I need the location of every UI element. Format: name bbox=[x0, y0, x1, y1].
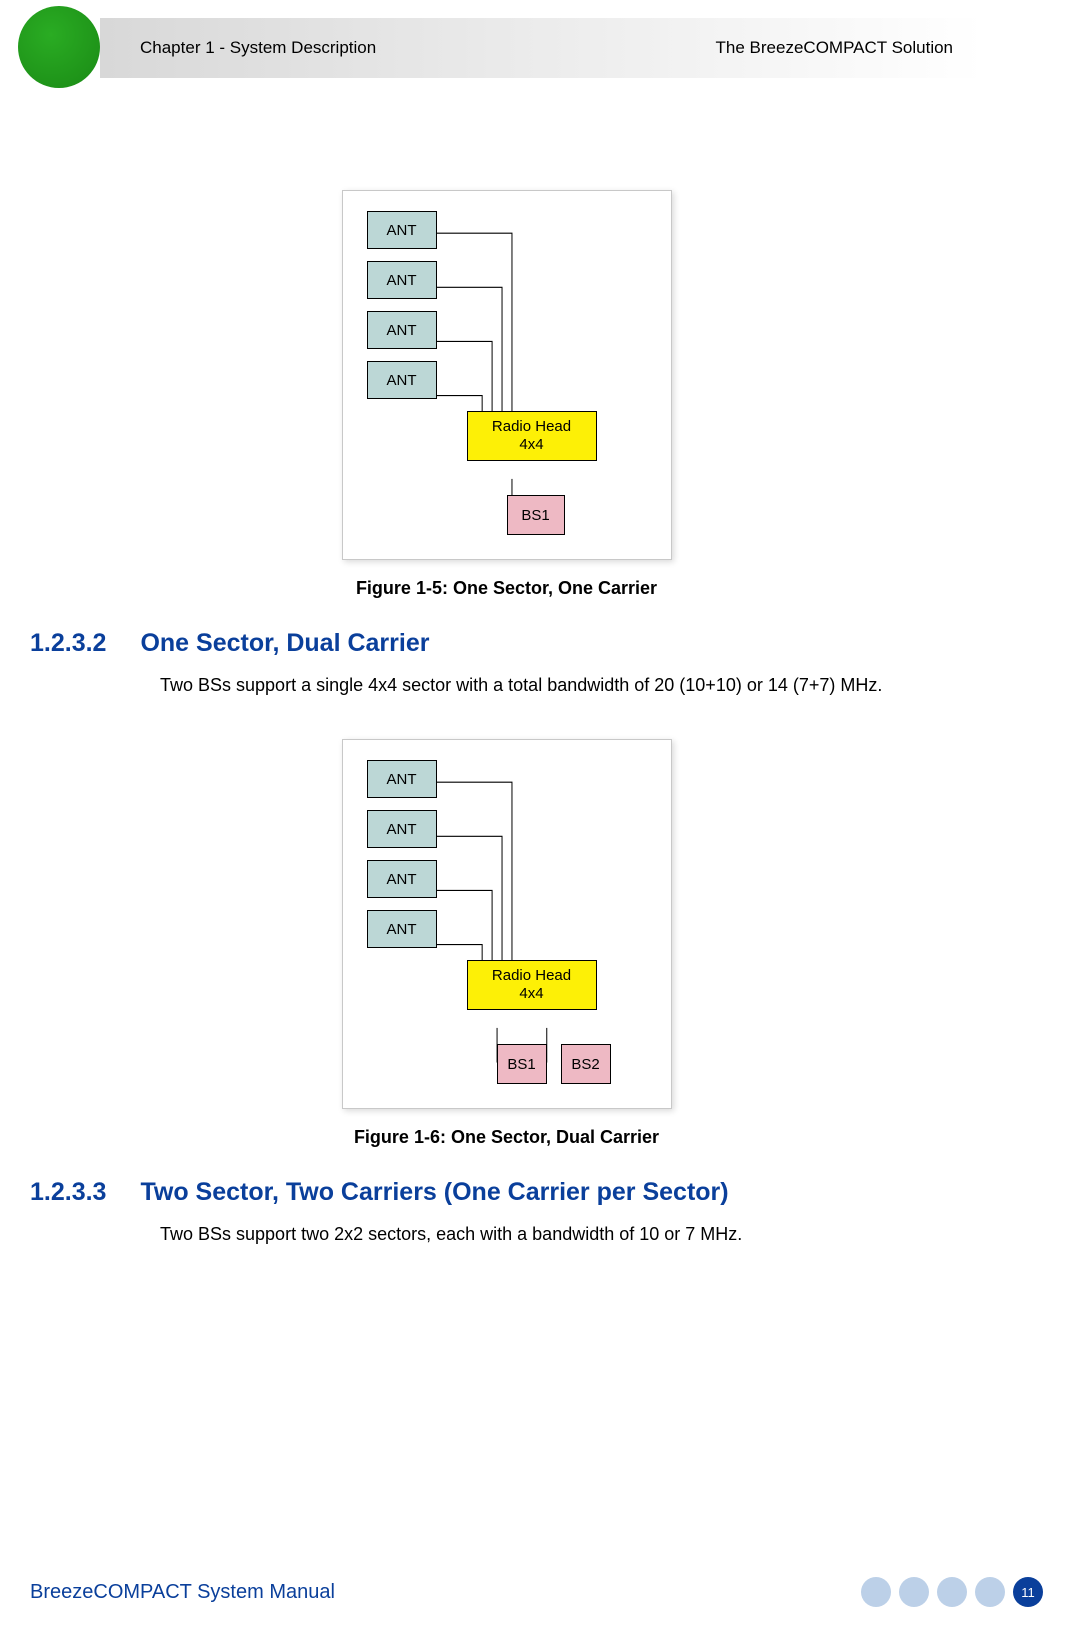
bs-box: BS1 bbox=[497, 1044, 547, 1084]
ant-box: ANT bbox=[367, 810, 437, 848]
figure-caption: Figure 1-6: One Sector, Dual Carrier bbox=[354, 1127, 659, 1148]
section-heading: 1.2.3.3 Two Sector, Two Carriers (One Ca… bbox=[30, 1178, 983, 1207]
section-title: One Sector, Dual Carrier bbox=[140, 629, 429, 658]
ant-box: ANT bbox=[367, 910, 437, 948]
radio-head-box: Radio Head 4x4 bbox=[467, 960, 597, 1010]
section-body: Two BSs support two 2x2 sectors, each wi… bbox=[160, 1221, 983, 1248]
ant-box: ANT bbox=[367, 361, 437, 399]
bs-row: BS1 BS2 bbox=[497, 1044, 611, 1084]
page-number: 11 bbox=[1013, 1577, 1043, 1607]
page-footer: BreezeCOMPACT System Manual 11 bbox=[30, 1577, 1043, 1607]
decor-dot-icon bbox=[937, 1577, 967, 1607]
section-number: 1.2.3.2 bbox=[30, 629, 106, 658]
figure-1-5-frame: ANT ANT ANT ANT Radio Head 4x4 BS1 bbox=[342, 190, 672, 560]
bs-box: BS1 bbox=[507, 495, 565, 535]
section-number: 1.2.3.3 bbox=[30, 1178, 106, 1207]
decor-dot-icon bbox=[861, 1577, 891, 1607]
chapter-label: Chapter 1 - System Description bbox=[140, 38, 376, 58]
ant-box: ANT bbox=[367, 211, 437, 249]
figure-1-6-frame: ANT ANT ANT ANT Radio Head 4x4 BS1 BS2 bbox=[342, 739, 672, 1109]
bs-row: BS1 bbox=[507, 495, 611, 535]
figure-1-5: ANT ANT ANT ANT Radio Head 4x4 BS1 Figur… bbox=[30, 190, 983, 599]
section-title: Two Sector, Two Carriers (One Carrier pe… bbox=[140, 1178, 728, 1207]
bs-box: BS2 bbox=[561, 1044, 611, 1084]
ant-box: ANT bbox=[367, 760, 437, 798]
page-content: ANT ANT ANT ANT Radio Head 4x4 BS1 Figur… bbox=[30, 170, 983, 1288]
ant-box: ANT bbox=[367, 261, 437, 299]
chapter-circle-icon bbox=[18, 6, 100, 88]
solution-label: The BreezeCOMPACT Solution bbox=[716, 38, 953, 58]
section-body: Two BSs support a single 4x4 sector with… bbox=[160, 672, 983, 699]
figure-1-6: ANT ANT ANT ANT Radio Head 4x4 BS1 BS2 F… bbox=[30, 739, 983, 1148]
figure-caption: Figure 1-5: One Sector, One Carrier bbox=[356, 578, 657, 599]
footer-dots: 11 bbox=[861, 1577, 1043, 1607]
section-heading: 1.2.3.2 One Sector, Dual Carrier bbox=[30, 629, 983, 658]
decor-dot-icon bbox=[975, 1577, 1005, 1607]
ant-box: ANT bbox=[367, 860, 437, 898]
ant-box: ANT bbox=[367, 311, 437, 349]
radio-head-box: Radio Head 4x4 bbox=[467, 411, 597, 461]
decor-dot-icon bbox=[899, 1577, 929, 1607]
header-band: Chapter 1 - System Description The Breez… bbox=[100, 18, 983, 78]
manual-title: BreezeCOMPACT System Manual bbox=[30, 1581, 335, 1604]
